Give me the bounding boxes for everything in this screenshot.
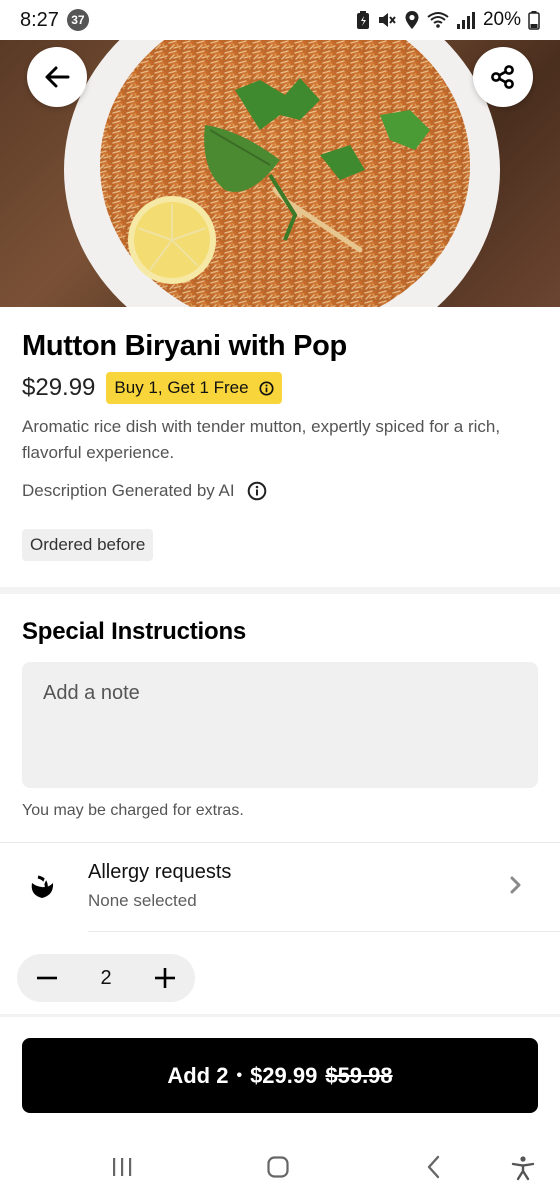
status-time: 8:27 (20, 8, 59, 31)
quantity-stepper: 2 (17, 954, 195, 1002)
battery-percent: 20% (482, 9, 521, 30)
add-button-label: Add 2 (167, 1062, 229, 1088)
divider (88, 931, 560, 932)
add-button-price: $29.99 (250, 1062, 318, 1088)
accessibility-icon[interactable] (510, 1155, 536, 1181)
back-nav-icon[interactable] (423, 1155, 447, 1179)
decrease-quantity-button[interactable] (35, 966, 59, 990)
arrow-left-icon (45, 66, 70, 88)
section-divider (0, 587, 560, 594)
status-bar: 8:27 37 20% (0, 0, 560, 40)
note-input[interactable] (22, 662, 538, 788)
battery-saver-icon (356, 11, 369, 29)
allergy-title: Allergy requests (88, 861, 232, 883)
ai-note-label: Description Generated by AI (22, 481, 235, 500)
increase-quantity-button[interactable] (153, 966, 177, 990)
ai-description-note: Description Generated by AI (22, 481, 267, 501)
back-button[interactable] (27, 47, 87, 107)
add-button-separator: • (236, 1066, 243, 1084)
share-icon (491, 65, 514, 89)
item-title: Mutton Biryani with Pop (22, 330, 347, 362)
home-icon[interactable] (266, 1155, 290, 1179)
quantity-value: 2 (100, 966, 112, 989)
info-icon (259, 380, 274, 396)
special-instructions-title: Special Instructions (22, 618, 247, 645)
status-left: 8:27 37 (20, 9, 89, 32)
extras-note: You may be charged for extras. (22, 802, 244, 819)
ordered-before-chip: Ordered before (22, 529, 154, 561)
price-row: $29.99 Buy 1, Get 1 Free (22, 372, 282, 404)
mute-icon (378, 13, 396, 27)
promo-badge[interactable]: Buy 1, Get 1 Free (106, 372, 282, 404)
share-button[interactable] (473, 47, 533, 107)
add-button-original-price: $59.98 (325, 1062, 393, 1088)
add-to-cart-button[interactable]: Add 2 • $29.99 $59.98 (22, 1038, 538, 1113)
notification-count-badge: 37 (66, 9, 89, 31)
battery-icon (528, 11, 540, 30)
bottom-divider (0, 1014, 560, 1017)
info-icon[interactable] (247, 481, 267, 501)
system-nav-bar (0, 1135, 560, 1200)
allergy-subtitle: None selected (88, 891, 197, 910)
item-price: $29.99 (22, 374, 96, 401)
plus-icon (155, 968, 175, 988)
location-icon (405, 11, 419, 29)
item-description: Aromatic rice dish with tender mutton, e… (22, 417, 501, 462)
chevron-right-icon (510, 876, 521, 894)
minus-icon (37, 976, 57, 980)
allergy-leaf-icon (31, 875, 54, 898)
allergy-requests-row[interactable]: Allergy requests None selected (0, 843, 560, 931)
signal-icon (456, 12, 475, 29)
wifi-icon (427, 12, 449, 28)
promo-label: Buy 1, Get 1 Free (114, 378, 249, 397)
recent-apps-icon[interactable] (110, 1155, 134, 1179)
status-right: 20% (356, 9, 540, 31)
